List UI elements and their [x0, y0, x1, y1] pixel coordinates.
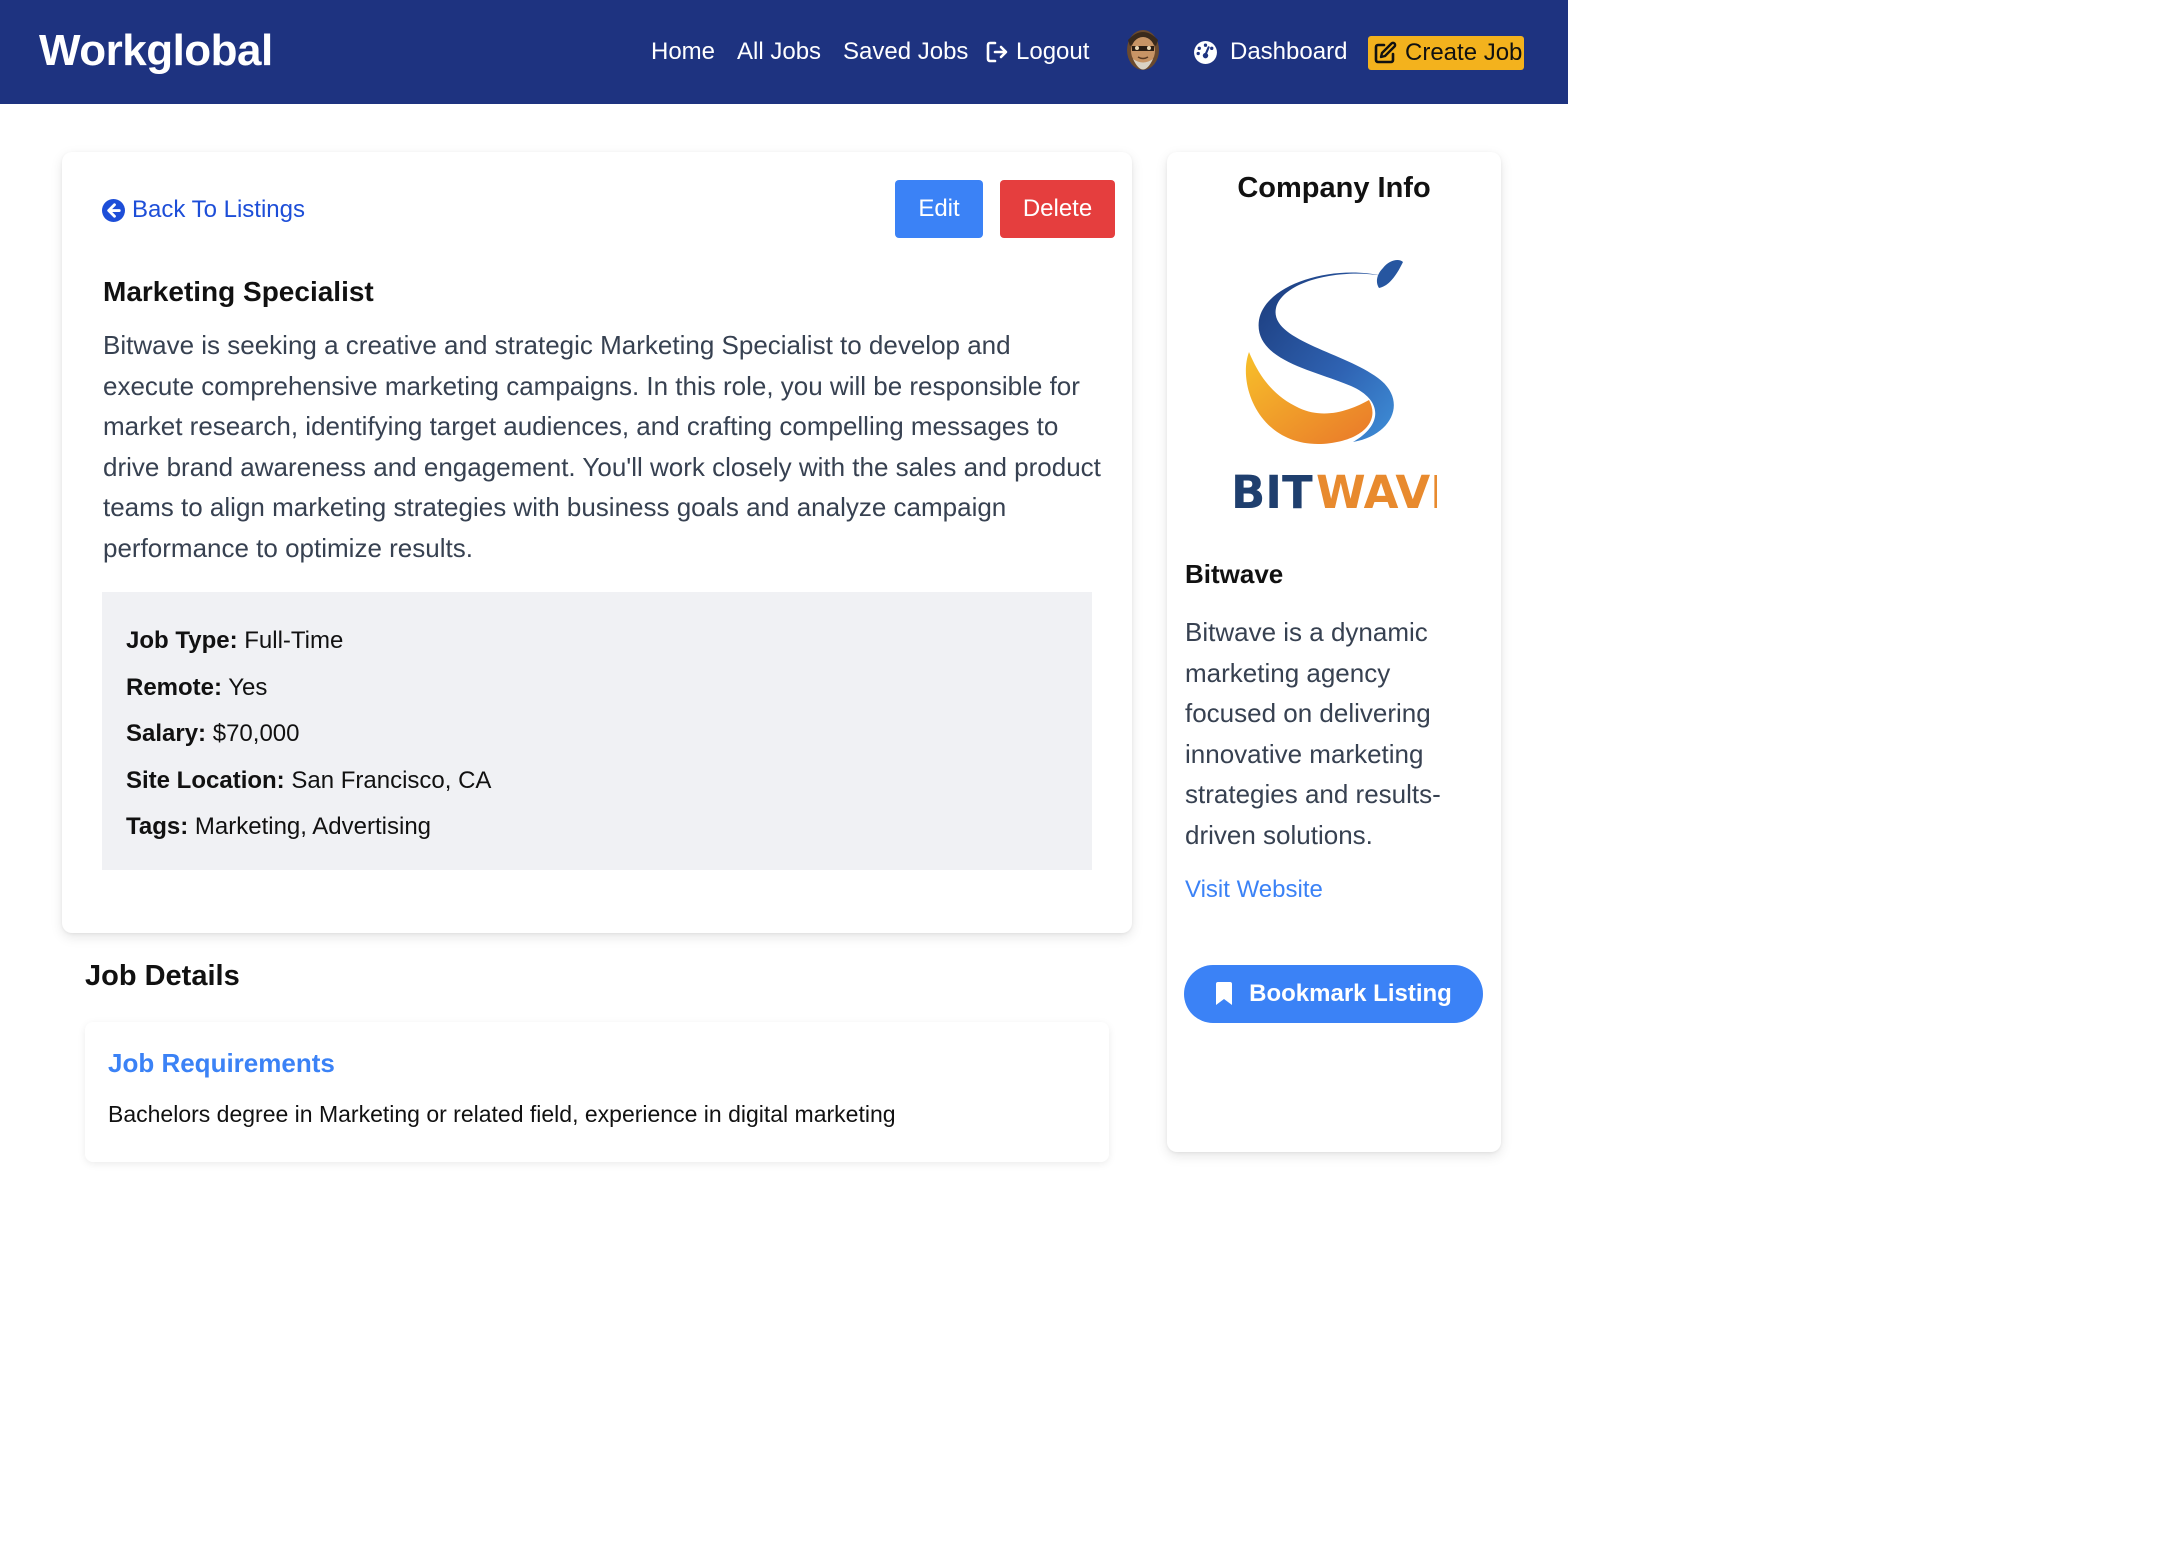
- logout-link[interactable]: Logout: [986, 0, 1089, 104]
- nav-home-link[interactable]: Home: [651, 38, 715, 66]
- avatar[interactable]: [1120, 26, 1166, 80]
- company-info-title: Company Info: [1237, 172, 1431, 204]
- requirements-card: Job Requirements Bachelors degree in Mar…: [85, 1022, 1109, 1162]
- company-name: Bitwave: [1185, 559, 1284, 589]
- brand-logo[interactable]: Workglobal: [39, 26, 273, 76]
- location-value: San Francisco, CA: [291, 766, 492, 794]
- remote-row: Remote: Yes: [126, 665, 1068, 712]
- company-logo: BIT WAVE: [1233, 260, 1437, 514]
- bookmark-listing-button[interactable]: Bookmark Listing: [1184, 965, 1483, 1023]
- delete-button[interactable]: Delete: [1000, 180, 1115, 238]
- company-description: Bitwave is a dynamic marketing agency fo…: [1185, 617, 1441, 850]
- create-job-label: Create Job: [1405, 39, 1523, 66]
- create-job-button[interactable]: Create Job: [1368, 36, 1524, 70]
- remote-value: Yes: [228, 673, 268, 701]
- dashboard-link[interactable]: Dashboard: [1193, 0, 1347, 104]
- svg-text:BIT: BIT: [1233, 466, 1313, 514]
- location-row: Site Location: San Francisco, CA: [126, 758, 1068, 805]
- salary-value: $70,000: [212, 720, 300, 747]
- job-meta-box: Job Type: Full-Time Remote: Yes Salary: …: [102, 592, 1092, 870]
- nav-all-jobs-link[interactable]: All Jobs: [737, 38, 821, 66]
- salary-label: Salary:: [126, 720, 207, 747]
- dashboard-icon: [1194, 40, 1217, 64]
- back-arrow-icon: [102, 198, 125, 222]
- logout-icon: [986, 41, 1008, 63]
- dashboard-label: Dashboard: [1230, 38, 1348, 65]
- tags-value: Marketing, Advertising: [194, 813, 432, 840]
- job-type-row: Job Type: Full-Time: [126, 618, 1068, 665]
- job-type-value: Full-Time: [244, 627, 344, 654]
- top-navbar: Workglobal Home All Jobs Saved Jobs Logo…: [0, 0, 1568, 104]
- tags-row: Tags: Marketing, Advertising: [126, 804, 1068, 851]
- edit-icon: [1374, 41, 1397, 64]
- bookmark-icon: [1216, 982, 1233, 1005]
- bookmark-label: Bookmark Listing: [1249, 980, 1452, 1007]
- logout-label: Logout: [1016, 38, 1090, 65]
- back-label: Back To Listings: [132, 196, 305, 223]
- nav-saved-jobs-link[interactable]: Saved Jobs: [843, 38, 968, 66]
- location-label: Site Location:: [126, 766, 285, 794]
- job-details-heading: Job Details: [85, 960, 240, 992]
- job-title: Marketing Specialist: [103, 276, 374, 307]
- tags-label: Tags:: [126, 813, 189, 840]
- remote-label: Remote:: [126, 673, 223, 701]
- salary-row: Salary: $70,000: [126, 711, 1068, 758]
- visit-website-link[interactable]: Visit Website: [1185, 876, 1323, 904]
- edit-button[interactable]: Edit: [895, 180, 983, 238]
- svg-text:WAVE: WAVE: [1316, 466, 1437, 514]
- job-description: Bitwave is seeking a creative and strate…: [103, 330, 1101, 563]
- requirements-text: Bachelors degree in Marketing or related…: [108, 1101, 896, 1127]
- back-to-listings-link[interactable]: Back To Listings: [102, 196, 305, 224]
- job-card: Back To Listings Edit Delete Marketing S…: [62, 152, 1132, 933]
- company-sidebar: Company Info BIT WAVE Bitwave Bitwave is…: [1167, 152, 1501, 1152]
- requirements-title: Job Requirements: [108, 1048, 335, 1078]
- job-type-label: Job Type:: [126, 627, 238, 654]
